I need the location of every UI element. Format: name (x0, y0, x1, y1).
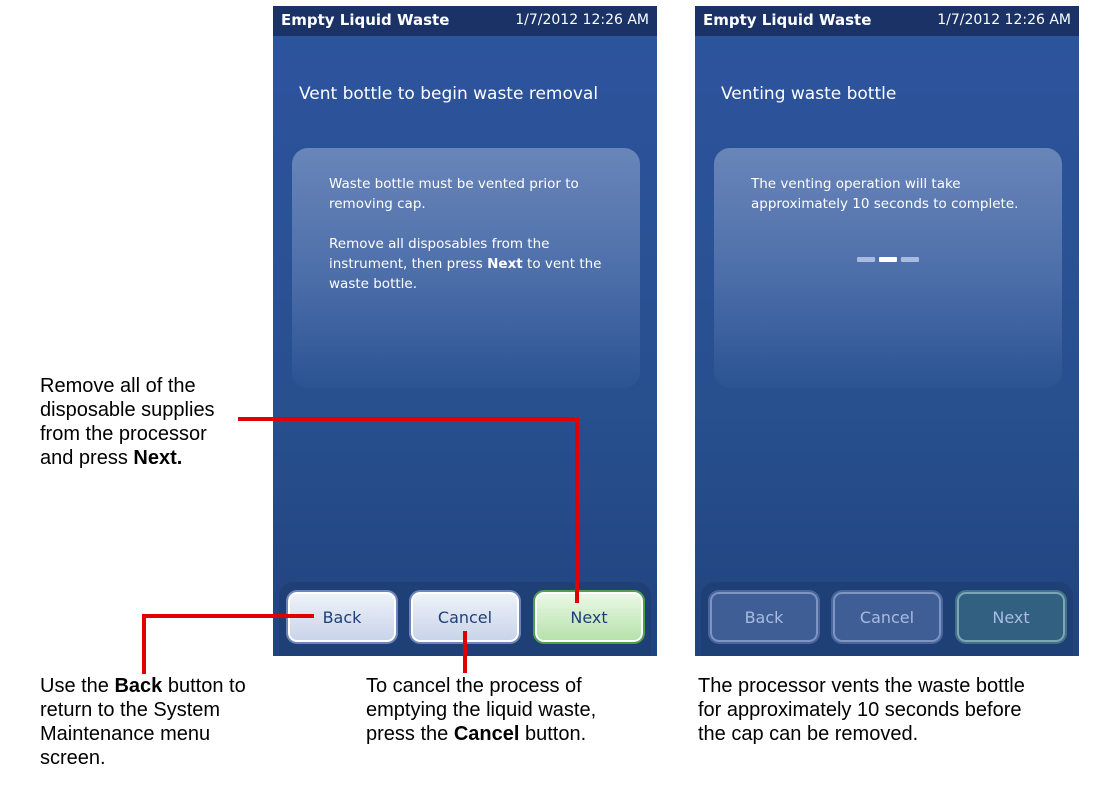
back-callout-text: Use the Back button to return to the Sys… (40, 675, 246, 769)
callout-line-back-horizontal (142, 614, 314, 618)
progress-segment (857, 257, 875, 262)
next-button[interactable]: Next (957, 592, 1065, 642)
instruction-panel: Waste bottle must be vented prior to rem… (292, 148, 640, 388)
cancel-callout-text: To cancel the process of emptying the li… (366, 675, 597, 745)
progress-segment (879, 257, 897, 262)
progress-indicator (857, 257, 921, 263)
next-keyword: Next (487, 256, 523, 272)
screen-title: Empty Liquid Waste (281, 11, 450, 29)
title-bar: Empty Liquid Waste 1/7/2012 12:26 AM (695, 6, 1079, 36)
instruction-text-remove: Remove all disposables from the instrume… (329, 236, 602, 292)
screen-heading: Venting waste bottle (721, 84, 897, 104)
venting-callout-text: The processor vents the waste bottle for… (698, 675, 1025, 745)
screen-title: Empty Liquid Waste (703, 11, 872, 29)
screen-heading: Vent bottle to begin waste removal (299, 84, 599, 104)
back-button[interactable]: Back (710, 592, 818, 642)
next-callout-text: Remove all of the disposable supplies fr… (40, 375, 215, 469)
instruction-text-vent: Waste bottle must be vented prior to rem… (329, 176, 579, 212)
venting-screen: Empty Liquid Waste 1/7/2012 12:26 AM Ven… (695, 6, 1079, 656)
venting-status-text: The venting operation will take approxim… (751, 176, 1019, 212)
callout-line-next-horizontal (238, 417, 578, 421)
datetime-label: 1/7/2012 12:26 AM (937, 12, 1071, 28)
next-button[interactable]: Next (535, 592, 643, 642)
cancel-button[interactable]: Cancel (833, 592, 941, 642)
callout-line-cancel-vertical (463, 631, 467, 673)
title-bar: Empty Liquid Waste 1/7/2012 12:26 AM (273, 6, 657, 36)
progress-segment (901, 257, 919, 262)
vent-bottle-screen: Empty Liquid Waste 1/7/2012 12:26 AM Ven… (273, 6, 657, 656)
callout-line-next-vertical (575, 417, 579, 603)
callout-line-back-vertical (142, 614, 146, 674)
datetime-label: 1/7/2012 12:26 AM (515, 12, 649, 28)
status-panel: The venting operation will take approxim… (714, 148, 1062, 388)
